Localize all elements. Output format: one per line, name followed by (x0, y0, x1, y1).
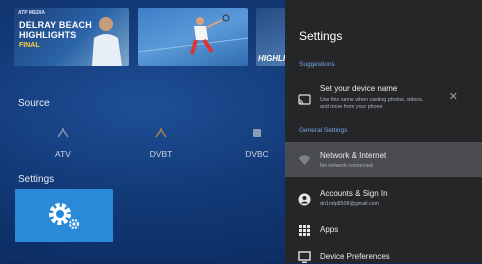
menu-item-title: Device Preferences (320, 252, 390, 261)
thumbnail-title: DELRAY BEACH HIGHLIGHTS (19, 20, 92, 40)
general-settings-heading: General Settings (299, 127, 348, 134)
close-icon[interactable]: ✕ (449, 90, 458, 103)
gear-icon (49, 203, 79, 229)
suggestions-heading: Suggestions (299, 61, 335, 68)
menu-item-device-preferences[interactable]: Device Preferences (285, 248, 482, 263)
menu-item-subtitle: dn1ndp8508@gmail.com (320, 201, 379, 207)
suggestion-subtitle-line1: Use this name when casting photos, video… (320, 97, 424, 103)
apps-icon (299, 225, 310, 236)
panel-title: Settings (299, 29, 343, 43)
source-heading: Source (18, 98, 50, 109)
wifi-icon (298, 155, 311, 165)
settings-heading: Settings (18, 174, 55, 185)
menu-item-subtitle: No network connected (320, 163, 373, 169)
partial-thumbnail[interactable]: HIGHLI (256, 8, 286, 66)
menu-item-title: Accounts & Sign In (320, 189, 388, 198)
player-image (92, 17, 122, 66)
thumbnail-label: HIGHLI (258, 54, 286, 63)
settings-panel: Settings Suggestions Set your device nam… (285, 0, 482, 263)
menu-item-accounts[interactable]: Accounts & Sign In dn1ndp8508@gmail.com (285, 183, 482, 215)
menu-item-apps[interactable]: Apps (285, 221, 482, 241)
settings-tile[interactable] (15, 189, 113, 242)
source-atv-label: ATV (55, 149, 71, 159)
antenna-icon (57, 128, 69, 138)
source-dvbt[interactable]: DVBT (136, 128, 186, 162)
suggestion-title: Set your device name (320, 84, 398, 93)
cable-icon (253, 129, 261, 137)
tv-icon (298, 251, 311, 263)
source-atv[interactable]: ATV (38, 128, 88, 162)
source-dvbc-label: DVBC (245, 149, 269, 159)
source-dvbc[interactable]: DVBC (232, 128, 282, 162)
thumbnail-title-line2: HIGHLIGHTS (19, 30, 77, 40)
thumbnail-brand: ATP MEDIA (18, 10, 46, 16)
antenna-icon (155, 128, 167, 138)
menu-item-title: Network & Internet (320, 151, 387, 160)
highlight-thumbnail[interactable]: ATP MEDIA DELRAY BEACH HIGHLIGHTS FINAL (14, 8, 129, 66)
source-dvbt-label: DVBT (149, 149, 173, 159)
thumbnail-title-line1: DELRAY BEACH (19, 20, 92, 30)
account-icon (298, 193, 311, 206)
suggestion-device-name[interactable]: Set your device name Use this name when … (285, 78, 482, 118)
menu-item-title: Apps (320, 225, 339, 234)
menu-item-network[interactable]: Network & Internet No network connected (285, 142, 482, 177)
cast-icon (298, 94, 311, 105)
suggestion-subtitle-line2: and more from your phone (320, 104, 383, 110)
match-thumbnail[interactable] (138, 8, 248, 66)
tennis-player-image (138, 14, 248, 55)
thumbnail-subtitle: FINAL (19, 42, 40, 49)
